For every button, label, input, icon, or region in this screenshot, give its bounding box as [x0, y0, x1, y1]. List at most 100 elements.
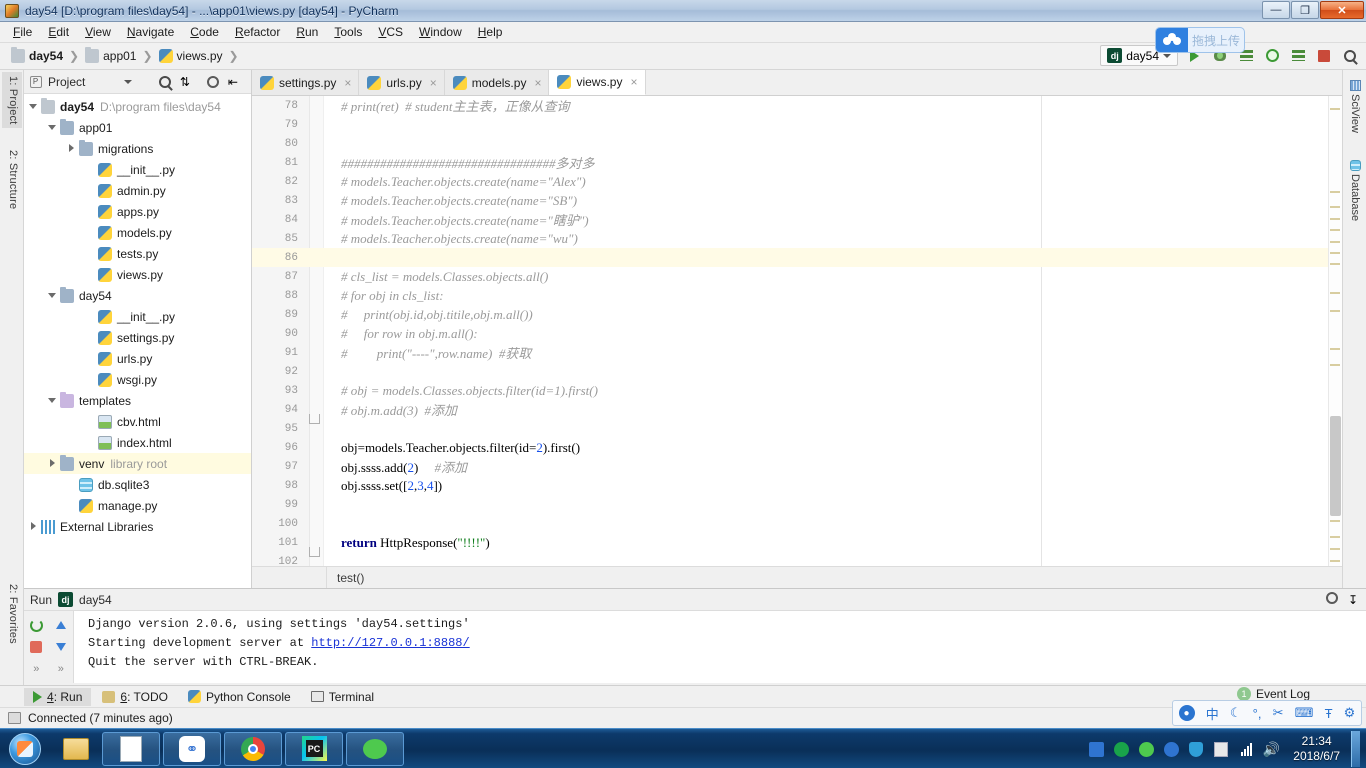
code-line-78[interactable]: 78 # print(ret) # student主主表，正像从查询 — [252, 96, 1342, 115]
menu-item-help[interactable]: Help — [471, 23, 510, 41]
tree-item-tests-py[interactable]: tests.py — [24, 243, 251, 264]
rerun-button[interactable] — [27, 616, 45, 634]
code-line-86[interactable]: 86 — [252, 248, 1342, 267]
tree-item-day54[interactable]: day54 — [24, 285, 251, 306]
stop-button[interactable] — [1314, 46, 1334, 66]
baidu-tray-icon[interactable] — [1162, 740, 1180, 758]
sidebar-item-project[interactable]: 1: Project — [2, 72, 22, 129]
close-icon[interactable]: × — [630, 75, 637, 89]
notepad-icon[interactable] — [102, 731, 160, 766]
search-everywhere-button[interactable] — [1340, 46, 1360, 66]
breadcrumb-item-app01[interactable]: app01 — [82, 47, 139, 64]
editor-tab-urls-py[interactable]: urls.py × — [359, 70, 445, 95]
bottom-tab-4--run[interactable]: 4: Run — [24, 687, 92, 706]
volume-icon[interactable]: 🔊 — [1262, 740, 1280, 758]
edge-icon[interactable] — [1112, 740, 1130, 758]
menu-item-tools[interactable]: Tools — [327, 23, 369, 41]
wechat-tray-icon[interactable] — [1137, 740, 1155, 758]
tree-item-day54[interactable]: day54 D:\program files\day54 — [24, 96, 251, 117]
tree-item-__init__-py[interactable]: __init__.py — [24, 306, 251, 327]
tree-item-venv[interactable]: venv library root — [24, 453, 251, 474]
settings-gear-icon[interactable]: ⚙ — [1344, 705, 1356, 721]
tree-item-settings-py[interactable]: settings.py — [24, 327, 251, 348]
error-stripe[interactable] — [1328, 96, 1342, 566]
sogou-logo-icon[interactable]: ● — [1178, 705, 1195, 721]
show-desktop-button[interactable] — [1351, 731, 1360, 767]
bottom-tab-terminal[interactable]: Terminal — [302, 688, 383, 706]
shield-icon[interactable] — [1187, 740, 1205, 758]
network-icon[interactable] — [1237, 740, 1255, 758]
tree-item-__init__-py[interactable]: __init__.py — [24, 159, 251, 180]
tree-item-app01[interactable]: app01 — [24, 117, 251, 138]
sidebar-item-database[interactable]: Database — [1345, 156, 1365, 225]
chevron-down-icon[interactable] — [28, 101, 39, 112]
close-button[interactable]: ✕ — [1320, 1, 1364, 19]
code-line-85[interactable]: 85 # models.Teacher.objects.create(name=… — [252, 229, 1342, 248]
run-with-profiler-button[interactable] — [1262, 46, 1282, 66]
menu-item-edit[interactable]: Edit — [41, 23, 76, 41]
menu-item-navigate[interactable]: Navigate — [120, 23, 181, 41]
stop-process-button[interactable] — [27, 638, 45, 656]
code-line-96[interactable]: 96 obj=models.Teacher.objects.filter(id=… — [252, 438, 1342, 457]
sidebar-item-structure[interactable]: 2: Structure — [2, 146, 22, 213]
chevron-right-icon[interactable] — [28, 521, 39, 532]
code-line-95[interactable]: 95 — [252, 419, 1342, 438]
menu-item-code[interactable]: Code — [183, 23, 226, 41]
tree-item-apps-py[interactable]: apps.py — [24, 201, 251, 222]
sidebar-item-favorites[interactable]: 2: Favorites — [2, 580, 22, 648]
code-line-100[interactable]: 100 — [252, 514, 1342, 533]
scroll-down-button[interactable] — [52, 638, 70, 656]
locate-icon[interactable] — [157, 74, 172, 89]
close-icon[interactable]: × — [430, 76, 437, 90]
safe-icon[interactable] — [1212, 740, 1230, 758]
user-account-icon[interactable] — [1087, 740, 1105, 758]
skin-icon[interactable]: Ŧ — [1325, 706, 1333, 721]
code-line-84[interactable]: 84 # models.Teacher.objects.create(name=… — [252, 210, 1342, 229]
event-log-button[interactable]: 1 Event Log — [1236, 687, 1310, 701]
drag-upload-widget[interactable]: 拖拽上传 — [1155, 27, 1245, 53]
sidebar-item-sciview[interactable]: SciView — [1345, 76, 1365, 137]
minimize-button[interactable]: — — [1262, 1, 1290, 19]
tree-item-migrations[interactable]: migrations — [24, 138, 251, 159]
breadcrumb-item-day54[interactable]: day54 — [8, 47, 66, 64]
menu-item-run[interactable]: Run — [289, 23, 325, 41]
code-line-90[interactable]: 90 # for row in obj.m.all(): — [252, 324, 1342, 343]
sogou-ime-toolbar[interactable]: ● 中 ☾ °, ✂ ⌨ Ŧ ⚙ — [1172, 700, 1362, 726]
close-icon[interactable]: × — [534, 76, 541, 90]
tree-item-db-sqlite3[interactable]: db.sqlite3 — [24, 474, 251, 495]
baidu-netdisk-icon[interactable]: ⚭ — [163, 731, 221, 766]
screenshot-icon[interactable]: ✂ — [1273, 705, 1284, 721]
chevron-down-icon[interactable] — [47, 290, 58, 301]
keyboard-icon[interactable]: ⌨ — [1295, 705, 1314, 721]
run-console-output[interactable]: Django version 2.0.6, using settings 'da… — [74, 611, 1366, 683]
code-line-97[interactable]: 97 obj.ssss.add(2) #添加 — [252, 457, 1342, 476]
hide-icon[interactable]: ⇤ — [225, 74, 240, 89]
pycharm-icon[interactable]: PC — [285, 731, 343, 766]
code-line-80[interactable]: 80 — [252, 134, 1342, 153]
tree-item-index-html[interactable]: index.html — [24, 432, 251, 453]
wechat-icon[interactable] — [346, 731, 404, 766]
code-editor[interactable]: 78 # print(ret) # student主主表，正像从查询 79 80 81… — [252, 96, 1342, 566]
tree-item-templates[interactable]: templates — [24, 390, 251, 411]
code-line-92[interactable]: 92 — [252, 362, 1342, 381]
tree-item-models-py[interactable]: models.py — [24, 222, 251, 243]
collapse-all-icon[interactable]: ⇅ — [177, 74, 192, 89]
chevron-right-icon[interactable] — [47, 458, 58, 469]
tree-item-views-py[interactable]: views.py — [24, 264, 251, 285]
bottom-tab-6--todo[interactable]: 6: TODO — [93, 688, 177, 706]
moon-icon[interactable]: ☾ — [1230, 705, 1242, 721]
code-line-89[interactable]: 89 # print(obj.id,obj.titile,obj.m.all()… — [252, 305, 1342, 324]
code-line-94[interactable]: 94 # obj.m.add(3) #添加 — [252, 400, 1342, 424]
chevron-down-icon[interactable] — [47, 395, 58, 406]
attach-button[interactable] — [1288, 46, 1308, 66]
editor-tab-views-py[interactable]: views.py × — [549, 70, 646, 95]
expand-toolbar-button[interactable]: » — [27, 660, 45, 678]
chinese-mode-icon[interactable]: 中 — [1206, 704, 1219, 723]
code-line-98[interactable]: 98 obj.ssss.set([2,3,4]) — [252, 476, 1342, 495]
file-explorer-icon[interactable] — [53, 732, 99, 766]
editor-tab-models-py[interactable]: models.py × — [444, 70, 550, 95]
bottom-tab-python-console[interactable]: Python Console — [179, 688, 300, 706]
settings-gear-icon[interactable] — [1325, 592, 1338, 607]
settings-gear-icon[interactable] — [205, 74, 220, 89]
maximize-button[interactable]: ❐ — [1291, 1, 1319, 19]
